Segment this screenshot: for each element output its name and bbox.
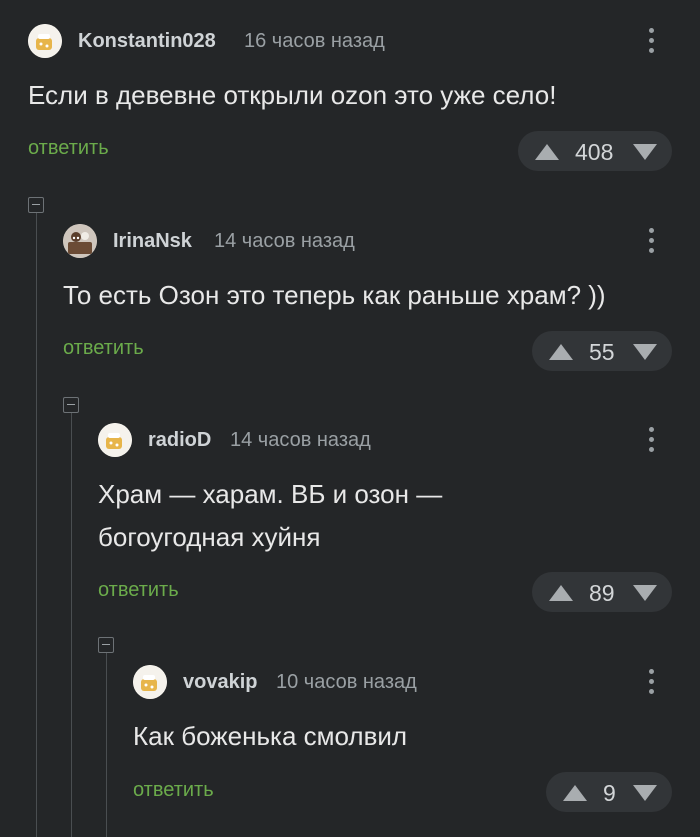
avatar[interactable]: [133, 665, 167, 699]
reply-link[interactable]: ответить: [63, 337, 144, 360]
vote-count: 89: [589, 580, 615, 606]
upvote-icon[interactable]: [549, 585, 573, 601]
reply-link[interactable]: ответить: [28, 137, 109, 160]
avatar[interactable]: [28, 24, 62, 58]
downvote-icon[interactable]: [633, 344, 657, 360]
collapse-thread-button[interactable]: [98, 637, 114, 653]
comment-text: богоугодная хуйня: [98, 522, 321, 552]
vote-widget: 408: [518, 131, 672, 171]
comment-text: То есть Озон это теперь как раньше храм?…: [63, 280, 606, 310]
vote-count: 55: [589, 339, 615, 365]
vote-count: 9: [603, 780, 616, 806]
downvote-icon[interactable]: [633, 585, 657, 601]
thread-line: [36, 213, 37, 837]
comment-text: Храм — харам. ВБ и озон —: [98, 479, 443, 509]
upvote-icon[interactable]: [549, 344, 573, 360]
vote-widget: 89: [532, 572, 672, 612]
upvote-icon[interactable]: [563, 785, 587, 801]
downvote-icon[interactable]: [633, 144, 657, 160]
comment-time: 14 часов назад: [214, 230, 355, 252]
comment-time: 10 часов назад: [276, 671, 417, 693]
more-options-icon[interactable]: [642, 665, 662, 699]
upvote-icon[interactable]: [535, 144, 559, 160]
comment-author[interactable]: radioD: [148, 429, 211, 452]
comment-author[interactable]: Konstantin028: [78, 30, 216, 53]
comment-time: 16 часов назад: [244, 30, 385, 52]
downvote-icon[interactable]: [633, 785, 657, 801]
comment-text: Если в девевне открыли ozon это уже село…: [28, 80, 557, 110]
more-options-icon[interactable]: [642, 423, 662, 457]
reply-link[interactable]: ответить: [98, 579, 179, 602]
vote-widget: 55: [532, 331, 672, 371]
vote-widget: 9: [546, 772, 672, 812]
reply-link[interactable]: ответить: [133, 779, 214, 802]
comment-time: 14 часов назад: [230, 429, 371, 451]
collapse-thread-button[interactable]: [28, 197, 44, 213]
thread-line: [106, 653, 107, 837]
more-options-icon[interactable]: [642, 24, 662, 58]
comment-author[interactable]: vovakip: [183, 671, 257, 694]
avatar[interactable]: [98, 423, 132, 457]
comment-author[interactable]: IrinaNsk: [113, 230, 192, 253]
comment-text: Как боженька смолвил: [133, 721, 408, 751]
more-options-icon[interactable]: [642, 224, 662, 258]
avatar[interactable]: [63, 224, 97, 258]
thread-line: [71, 413, 72, 837]
vote-count: 408: [575, 139, 614, 165]
collapse-thread-button[interactable]: [63, 397, 79, 413]
